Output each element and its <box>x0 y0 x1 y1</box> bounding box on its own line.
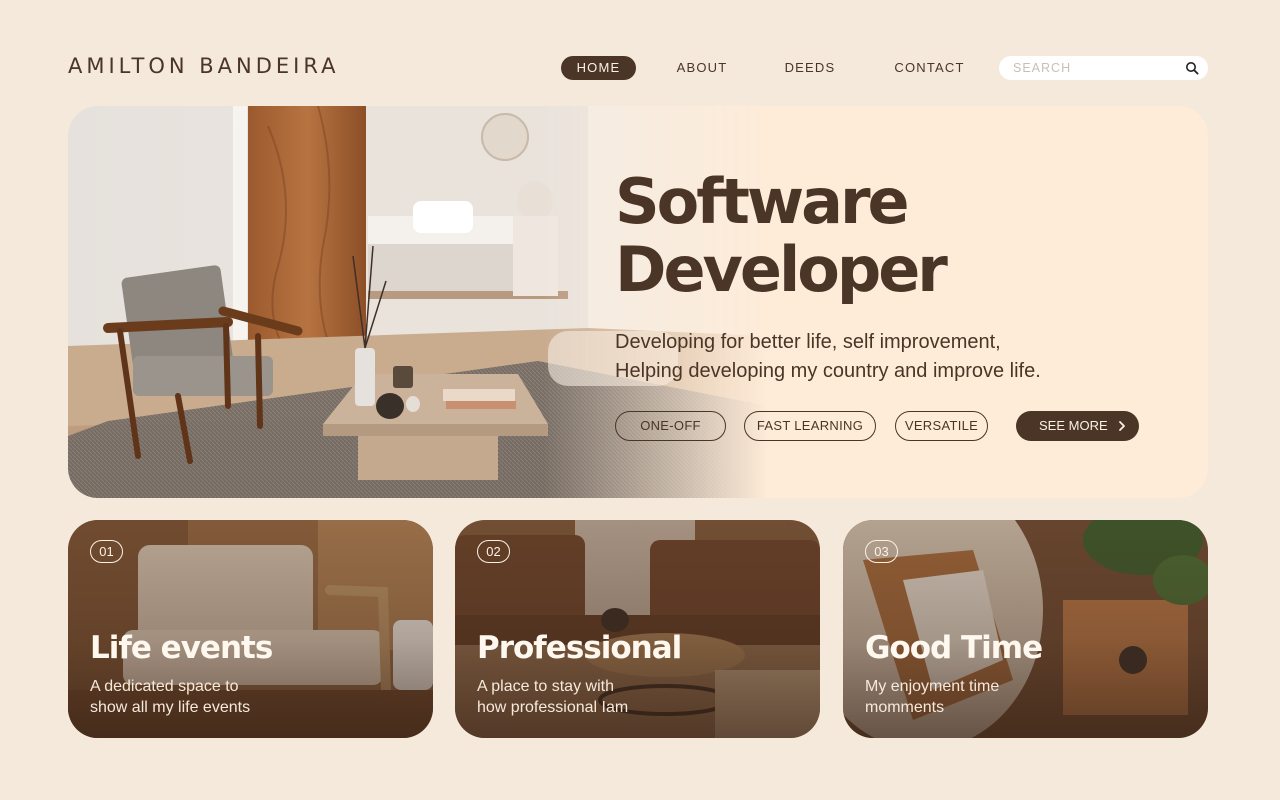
card-description: My enjoyment time momments <box>865 676 1065 718</box>
hero-title: Software Developer <box>615 168 1175 304</box>
search-box[interactable] <box>999 56 1208 80</box>
card-number-badge: 02 <box>477 540 510 563</box>
search-input[interactable] <box>1013 56 1173 80</box>
card-professional[interactable]: 02 Professional A place to stay with how… <box>455 520 820 738</box>
nav-item-contact[interactable]: CONTACT <box>887 56 972 80</box>
hero-panel: Software Developer Developing for better… <box>68 106 1208 498</box>
card-description-line1: My enjoyment time <box>865 678 1000 695</box>
card-description: A dedicated space to show all my life ev… <box>90 676 290 718</box>
card-description-line1: A place to stay with <box>477 678 614 695</box>
see-more-label: SEE MORE <box>1039 418 1108 433</box>
card-description: A place to stay with how professional Ia… <box>477 676 677 718</box>
brand-logo[interactable]: AMILTON BANDEIRA <box>68 54 339 78</box>
nav-item-home[interactable]: HOME <box>561 56 636 80</box>
nav-item-deeds[interactable]: DEEDS <box>779 56 841 80</box>
tag-fast-learning[interactable]: FAST LEARNING <box>744 411 876 441</box>
chevron-right-icon <box>1119 421 1125 431</box>
card-description-line1: A dedicated space to <box>90 678 239 695</box>
tag-versatile[interactable]: VERSATILE <box>895 411 988 441</box>
search-icon[interactable] <box>1185 61 1199 75</box>
hero-title-line2: Developer <box>615 233 948 306</box>
card-number-badge: 03 <box>865 540 898 563</box>
card-description-line2: how professional Iam <box>477 699 629 716</box>
card-description-line2: show all my life events <box>90 699 251 716</box>
card-title: Good Time <box>865 630 1043 666</box>
hero-title-line1: Software <box>615 165 910 238</box>
see-more-button[interactable]: SEE MORE <box>1016 411 1139 441</box>
hero-subtitle-line1: Developing for better life, self improve… <box>615 331 1001 353</box>
nav-item-about[interactable]: ABOUT <box>668 56 736 80</box>
hero-subtitle-line2: Helping developing my country and improv… <box>615 360 1041 382</box>
card-title: Professional <box>477 630 682 666</box>
card-number-badge: 01 <box>90 540 123 563</box>
tag-one-off[interactable]: ONE-OFF <box>615 411 726 441</box>
card-good-time[interactable]: 03 Good Time My enjoyment time momments <box>843 520 1208 738</box>
hero-subtitle: Developing for better life, self improve… <box>615 328 1175 386</box>
card-life-events[interactable]: 01 Life events A dedicated space to show… <box>68 520 433 738</box>
card-description-line2: momments <box>865 699 945 716</box>
card-title: Life events <box>90 630 273 666</box>
